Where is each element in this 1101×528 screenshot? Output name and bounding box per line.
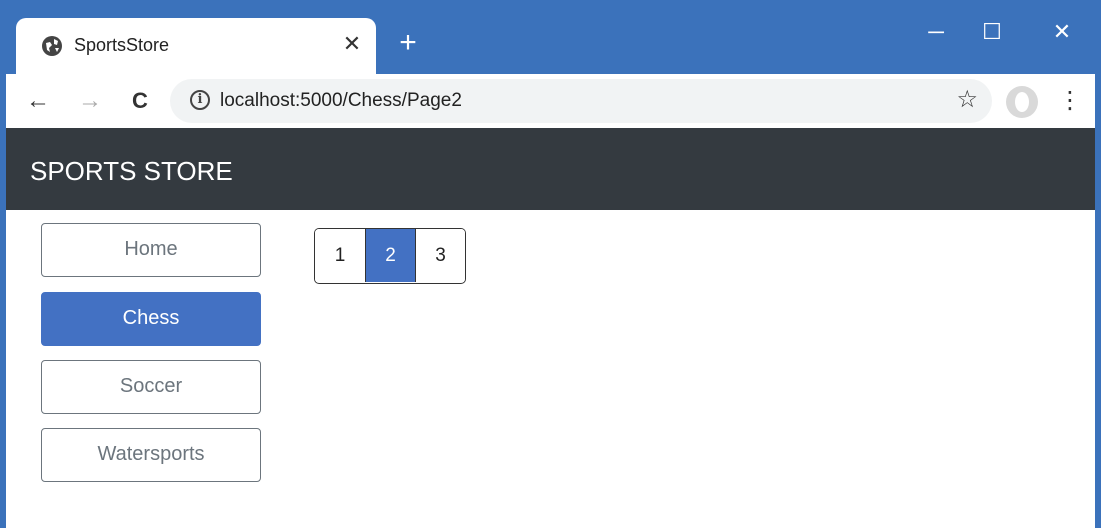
tab-close-icon[interactable]: ✕ (338, 30, 366, 58)
address-bar[interactable]: i localhost:5000/Chess/Page2 ☆ (170, 79, 992, 123)
close-window-button[interactable]: ✕ (1042, 14, 1082, 50)
forward-arrow-icon[interactable]: → (72, 83, 108, 119)
site-header: SPORTS STORE (6, 128, 1095, 210)
minimize-button[interactable]: ─ (916, 14, 956, 50)
profile-avatar-icon[interactable] (1006, 86, 1038, 118)
profile-silhouette (1015, 92, 1029, 112)
globe-icon (42, 36, 62, 56)
category-button-soccer[interactable]: Soccer (41, 360, 261, 414)
page-link-3[interactable]: 3 (415, 229, 465, 282)
page-link-2[interactable]: 2 (365, 229, 415, 282)
category-button-watersports[interactable]: Watersports (41, 428, 261, 482)
url-text[interactable]: localhost:5000/Chess/Page2 (220, 90, 462, 112)
category-button-chess[interactable]: Chess (41, 292, 261, 346)
browser-toolbar: ← → C i localhost:5000/Chess/Page2 ☆ ⋮ (6, 74, 1095, 128)
browser-tab[interactable]: SportsStore ✕ (16, 18, 376, 74)
new-tab-button[interactable]: + (392, 28, 424, 60)
category-button-home[interactable]: Home (41, 223, 261, 277)
menu-dots-icon[interactable]: ⋮ (1058, 84, 1082, 118)
maximize-button[interactable]: ☐ (972, 14, 1012, 50)
bookmark-star-icon[interactable]: ☆ (956, 85, 978, 114)
browser-window: SportsStore ✕ + ─ ☐ ✕ ← → C i localhost:… (0, 0, 1101, 528)
brand-title: SPORTS STORE (30, 156, 233, 186)
page-viewport: SPORTS STORE Home Chess Soccer Waterspor… (6, 128, 1095, 528)
reload-icon[interactable]: C (122, 83, 158, 119)
tab-title: SportsStore (74, 35, 170, 55)
info-icon[interactable]: i (190, 90, 210, 110)
page-link-1[interactable]: 1 (315, 229, 365, 282)
back-arrow-icon[interactable]: ← (20, 83, 56, 119)
tab-strip: SportsStore ✕ + ─ ☐ ✕ (0, 0, 1101, 74)
pagination: 1 2 3 (314, 228, 466, 284)
